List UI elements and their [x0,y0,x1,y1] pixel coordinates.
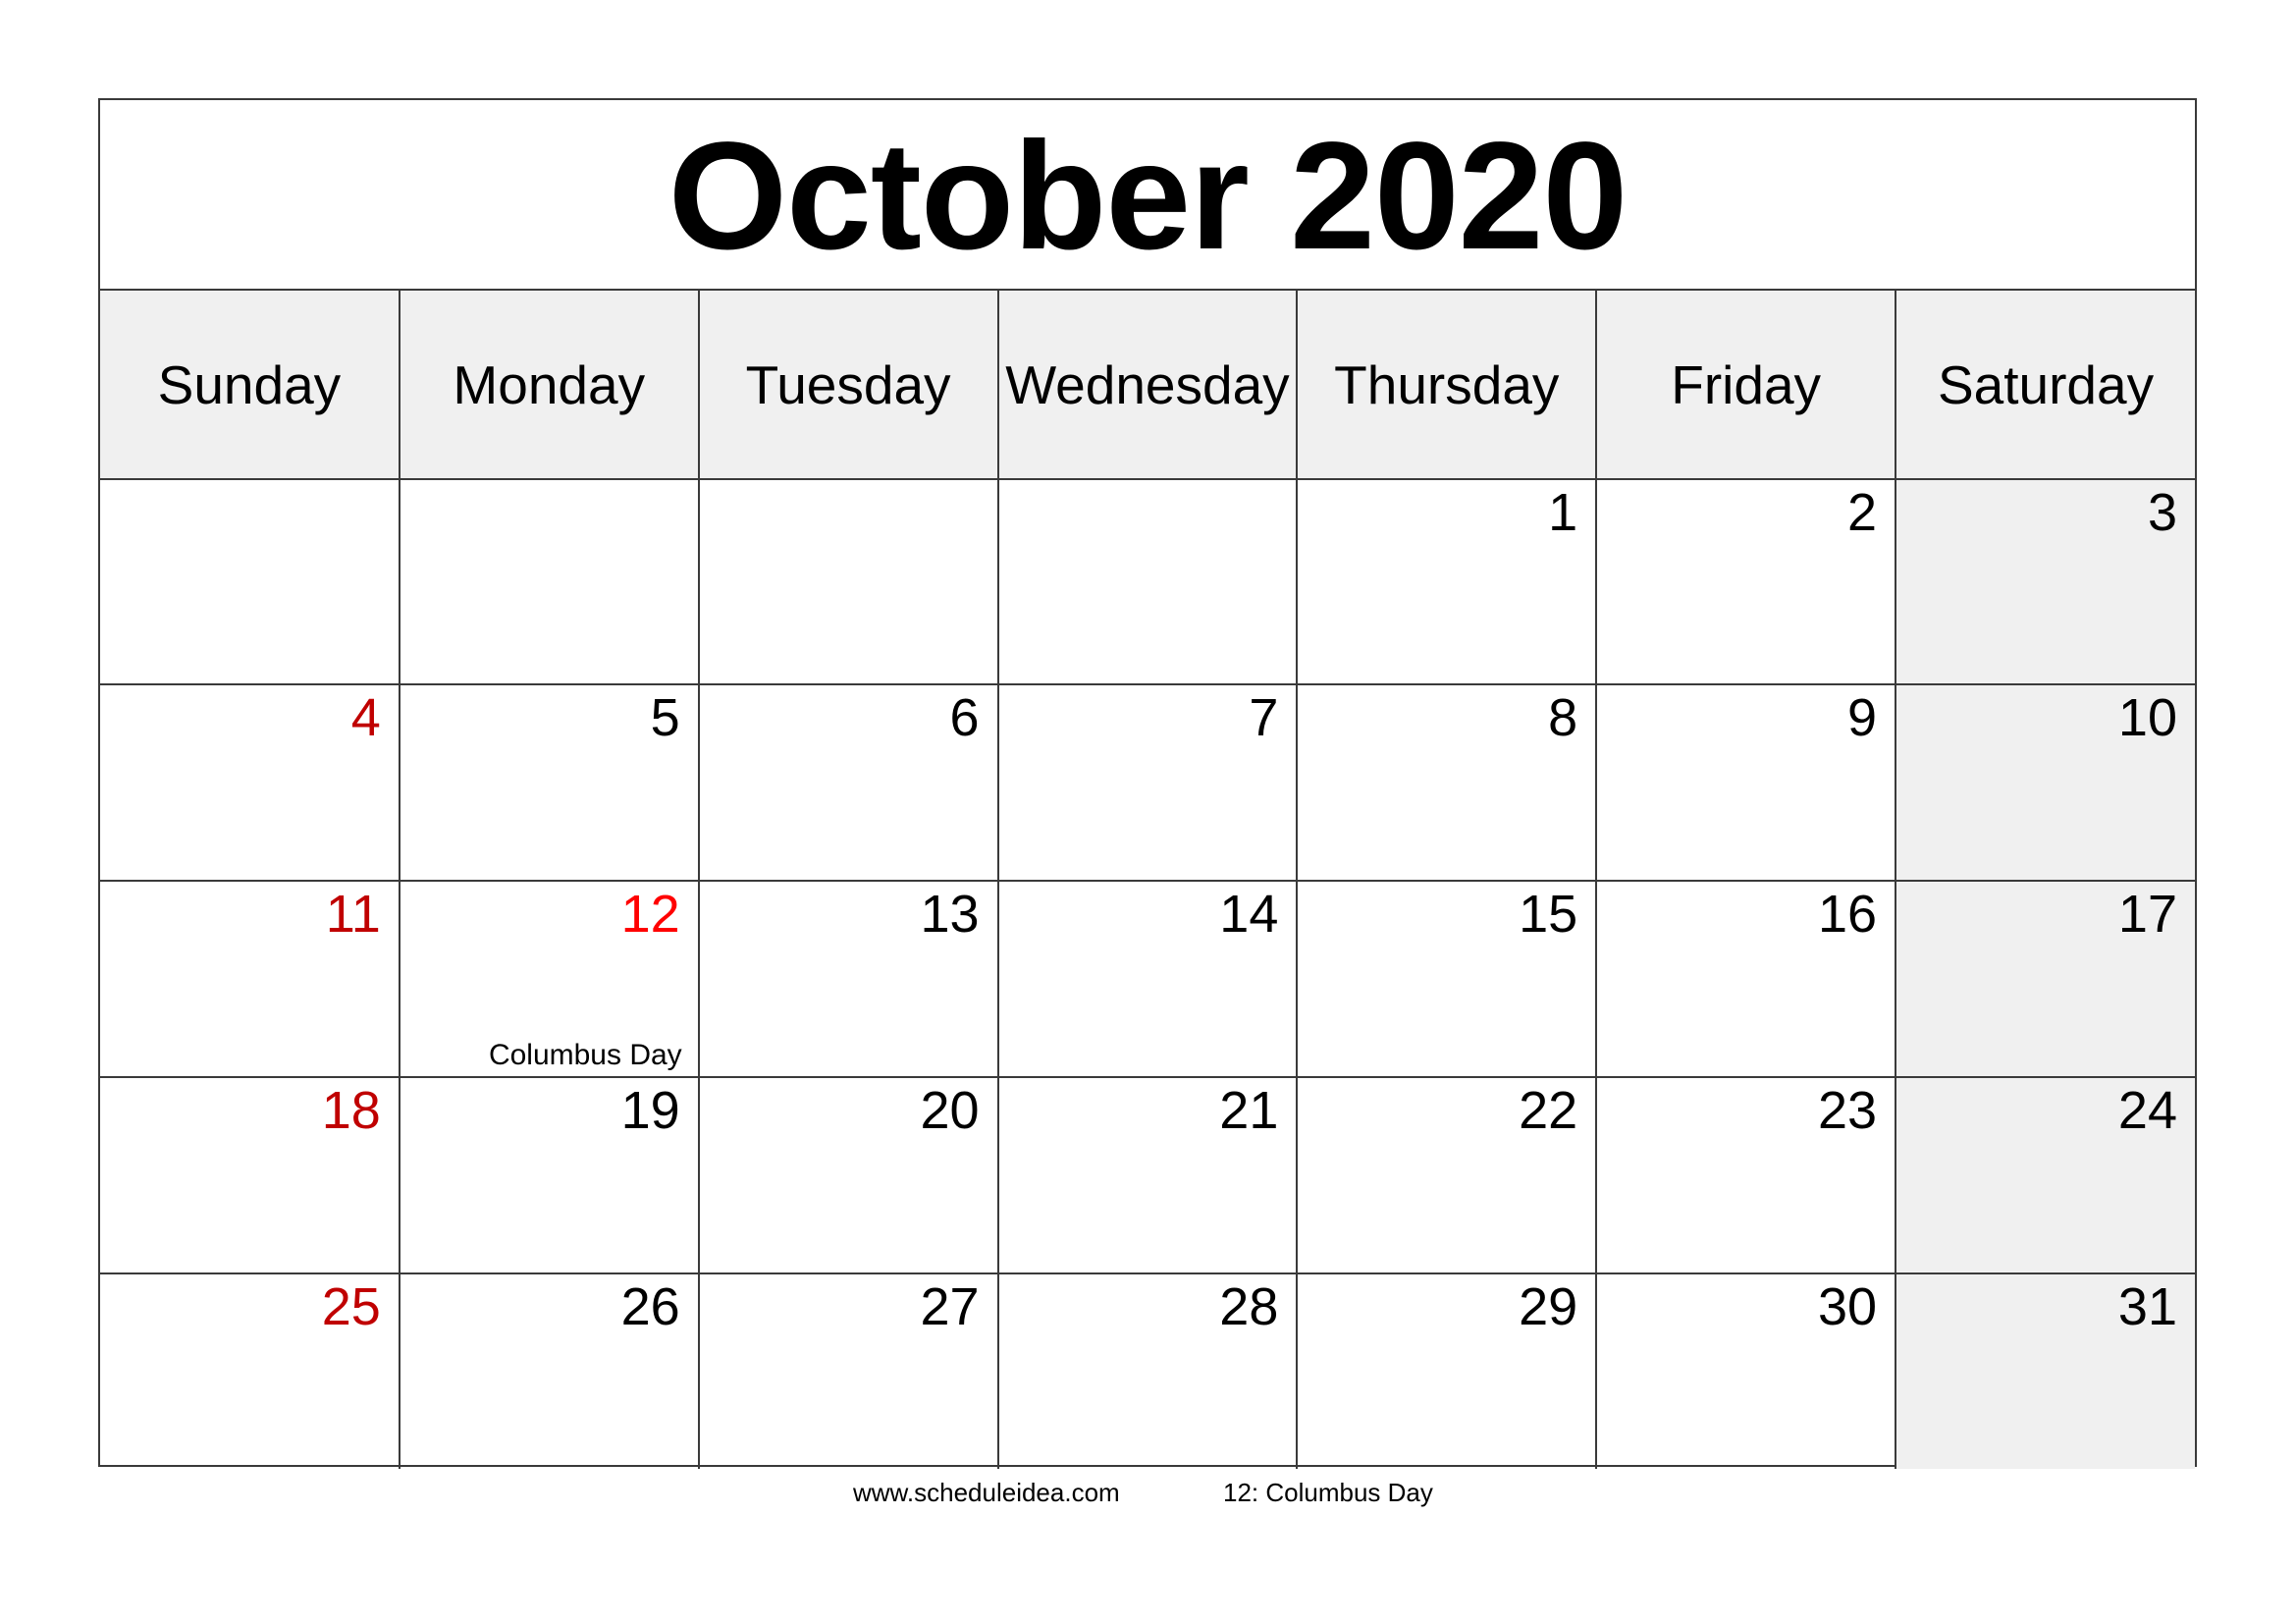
month-table: Sunday Monday Tuesday Wednesday Thursday… [100,291,2195,1469]
day-number: 18 [321,1081,381,1140]
empty-day-cell [398,478,700,685]
weekday-thursday: Thursday [1296,291,1598,480]
day-cell[interactable]: 4 [100,683,400,882]
day-cell[interactable]: 10 [1895,683,2195,882]
day-cell[interactable]: 17 [1895,880,2195,1078]
day-number: 20 [920,1081,980,1140]
footer: www.scheduleidea.com 12: Columbus Day [0,1478,2296,1517]
day-number: 1 [1548,483,1578,542]
day-number: 29 [1519,1277,1578,1336]
day-cell[interactable]: 5 [398,683,700,882]
day-number: 9 [1847,688,1878,747]
website-link[interactable]: www.scheduleidea.com [853,1478,1120,1508]
day-number: 13 [920,885,980,944]
day-number: 4 [350,688,381,747]
day-number: 19 [620,1081,680,1140]
day-number: 7 [1249,688,1279,747]
weekday-saturday: Saturday [1895,291,2195,480]
day-cell[interactable]: 22 [1296,1076,1598,1274]
day-cell[interactable]: 6 [697,683,999,882]
day-cell[interactable]: 12 Columbus Day [398,880,700,1078]
day-number: 30 [1817,1277,1878,1336]
day-number: 26 [620,1277,680,1336]
day-number: 31 [2117,1277,2177,1336]
holiday-label: Columbus Day [488,1039,682,1071]
day-number: 25 [321,1277,381,1336]
day-cell[interactable]: 29 [1296,1272,1598,1469]
day-cell[interactable]: 9 [1595,683,1897,882]
day-number: 11 [325,885,381,944]
day-cell[interactable]: 20 [697,1076,999,1274]
week-row: 18 19 20 21 22 23 24 [100,1076,2195,1274]
day-cell[interactable]: 13 [697,880,999,1078]
weekday-monday: Monday [398,291,700,480]
day-cell[interactable]: 26 [398,1272,700,1469]
weekday-friday: Friday [1595,291,1897,480]
day-cell[interactable]: 21 [996,1076,1299,1274]
day-number: 5 [650,688,680,747]
weeks-body: 1 2 3 4 5 6 7 8 9 10 11 12 Columbus Day 13 14 15 16 17 18 1… [100,478,2195,1469]
weekday-wednesday: Wednesday [996,291,1299,480]
day-number: 8 [1548,688,1578,747]
day-cell[interactable]: 14 [996,880,1299,1078]
day-number: 12 [620,885,680,944]
day-number: 16 [1817,885,1878,944]
day-cell[interactable]: 19 [398,1076,700,1274]
day-number: 15 [1519,885,1578,944]
day-cell[interactable]: 15 [1296,880,1598,1078]
calendar-title: October 2020 [667,111,1628,282]
title-row: October 2020 [100,100,2195,291]
week-row: 11 12 Columbus Day 13 14 15 16 17 [100,880,2195,1078]
day-number: 27 [920,1277,980,1336]
day-cell[interactable]: 25 [100,1272,400,1469]
day-number: 21 [1219,1081,1279,1140]
empty-day-cell [697,478,999,685]
day-number: 14 [1219,885,1279,944]
empty-day-cell [996,478,1299,685]
day-cell[interactable]: 16 [1595,880,1897,1078]
holiday-note: 12: Columbus Day [1223,1478,1433,1507]
week-row: 1 2 3 [100,478,2195,685]
day-number: 3 [2147,483,2177,542]
day-cell[interactable]: 8 [1296,683,1598,882]
week-row: 4 5 6 7 8 9 10 [100,683,2195,882]
week-row: 25 26 27 28 29 30 31 [100,1272,2195,1469]
empty-day-cell [100,478,400,685]
day-number: 24 [2117,1081,2177,1140]
day-cell[interactable]: 28 [996,1272,1299,1469]
day-cell[interactable]: 18 [100,1076,400,1274]
day-cell[interactable]: 11 [100,880,400,1078]
day-cell[interactable]: 24 [1895,1076,2195,1274]
weekday-header-row: Sunday Monday Tuesday Wednesday Thursday… [100,291,2195,480]
day-number: 28 [1219,1277,1279,1336]
day-cell[interactable]: 27 [697,1272,999,1469]
day-number: 22 [1519,1081,1578,1140]
day-number: 17 [2117,885,2177,944]
calendar-frame: October 2020 Sunday Monday Tuesday Wedne… [98,98,2197,1469]
day-cell[interactable]: 2 [1595,478,1897,685]
day-cell[interactable]: 30 [1595,1272,1897,1469]
day-number: 23 [1817,1081,1878,1140]
day-cell[interactable]: 23 [1595,1076,1897,1274]
day-cell[interactable]: 31 [1895,1272,2195,1469]
day-number: 10 [2117,688,2177,747]
weekday-sunday: Sunday [100,291,400,480]
day-number: 2 [1847,483,1878,542]
day-cell[interactable]: 7 [996,683,1299,882]
day-cell[interactable]: 3 [1895,478,2195,685]
calendar-grid: Sunday Monday Tuesday Wednesday Thursday… [100,291,2195,1469]
day-number: 6 [949,688,980,747]
weekday-tuesday: Tuesday [697,291,999,480]
day-cell[interactable]: 1 [1296,478,1598,685]
